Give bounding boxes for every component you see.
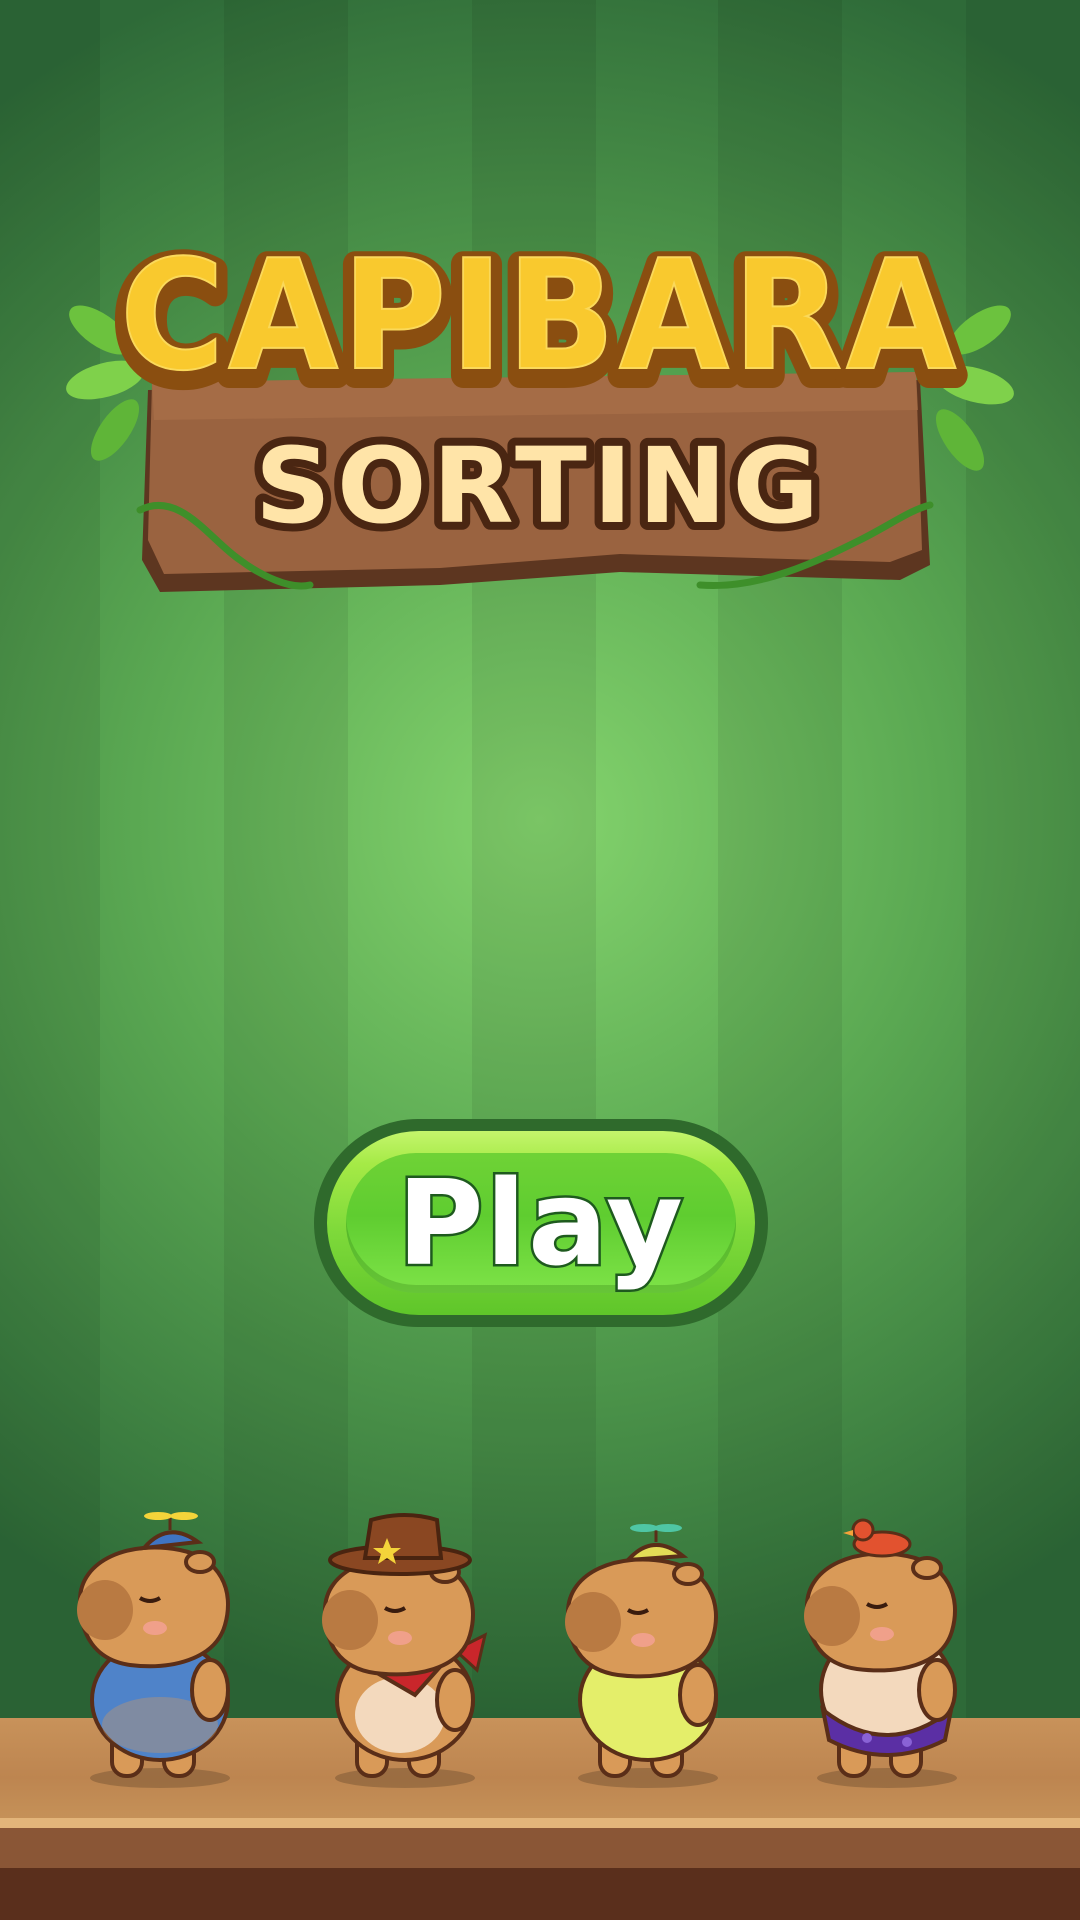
play-button-label[interactable]: Play <box>327 1131 755 1315</box>
game-logo: CAPIBARA CAPIBARA SORTING SORTING <box>60 240 1020 620</box>
capybara-cowboy <box>322 1513 488 1788</box>
capybara-blue-shirt <box>77 1512 230 1788</box>
capybara-duck-hat <box>804 1518 957 1788</box>
play-button[interactable]: Play <box>314 1119 768 1327</box>
floor-edge <box>0 1818 1080 1828</box>
floor-base <box>0 1868 1080 1920</box>
play-button-body[interactable]: Play <box>327 1131 755 1315</box>
floor-front <box>0 1828 1080 1868</box>
title-line-2-fill: SORTING <box>255 425 825 547</box>
logo-art: CAPIBARA CAPIBARA SORTING SORTING <box>66 240 1014 592</box>
game-start-screen: CAPIBARA CAPIBARA SORTING SORTING Play <box>0 0 1080 1920</box>
title-line-1-fill: CAPIBARA <box>120 240 960 404</box>
capybara-yellow-shirt <box>565 1524 718 1788</box>
